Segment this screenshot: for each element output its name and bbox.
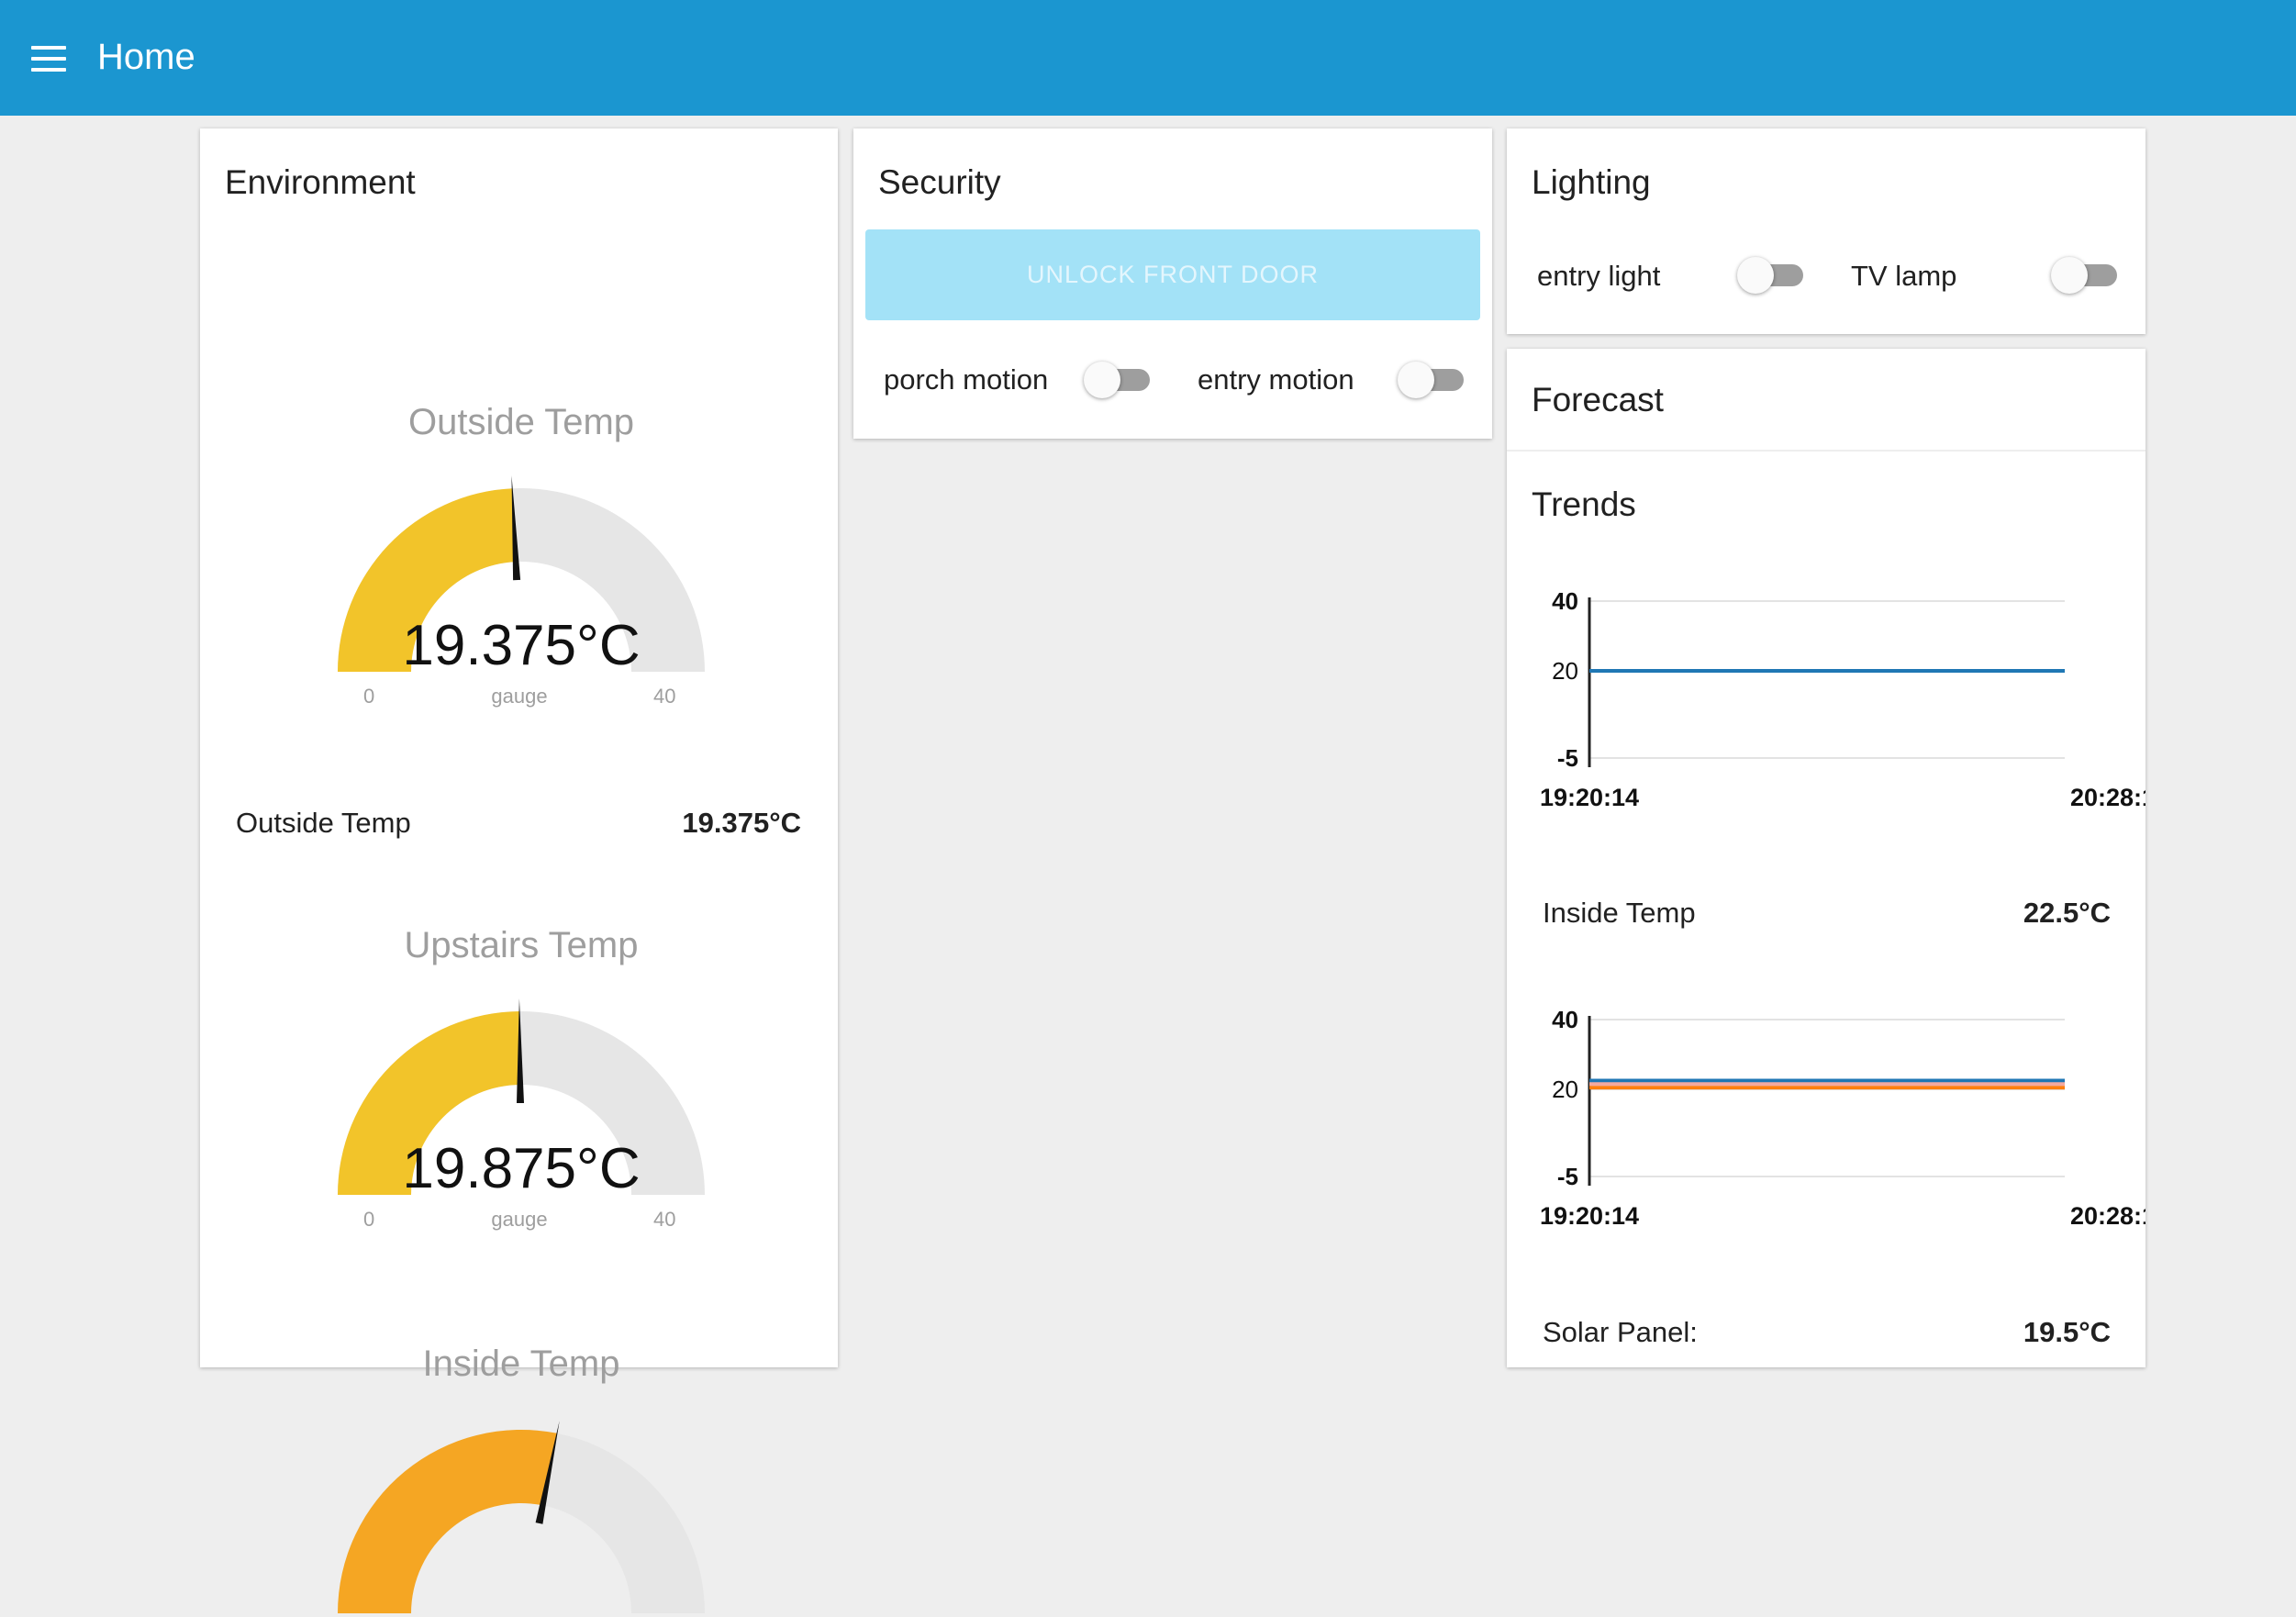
solar-panel-label: Solar Panel:	[1543, 1316, 1698, 1348]
environment-title: Environment	[225, 163, 416, 201]
gauge-max-label: 40	[653, 685, 676, 708]
outside-temp-label: Outside Temp	[236, 807, 411, 839]
inside-temp-gauge-title: Inside Temp	[422, 1344, 620, 1384]
outside-temp-gauge-title: Outside Temp	[407, 402, 635, 442]
y-tick-label: -5	[1557, 744, 1578, 772]
lighting-title: Lighting	[1532, 163, 1651, 201]
tv-lamp-label: TV lamp	[1851, 260, 1957, 292]
porch-motion-label: porch motion	[884, 363, 1049, 396]
gauge-min-label: 0	[363, 1208, 375, 1231]
entry-motion-switch[interactable]	[1398, 360, 1466, 400]
lighting-card: Lighting	[1507, 128, 2146, 334]
page-title: Home	[97, 37, 195, 77]
x-tick-label: 19:20:14	[1540, 784, 1639, 811]
trend-chart-1: 40 20 -5 19:20:14 20:28:12	[1540, 587, 2146, 811]
outside-temp-gauge-value: 19.375°C	[402, 614, 641, 677]
gauge-unit-label: gauge	[491, 685, 548, 708]
upstairs-temp-gauge-value: 19.875°C	[402, 1137, 641, 1200]
x-tick-label: 19:20:14	[1540, 1202, 1639, 1230]
entry-motion-label: entry motion	[1198, 363, 1354, 396]
inside-temp-value: 22.5°C	[2023, 897, 2111, 929]
trends-title: Trends	[1532, 485, 1636, 523]
environment-card: Environment Outside Temp 19.375°C 0 gaug…	[200, 128, 838, 1613]
y-tick-label: 20	[1552, 657, 1578, 685]
solar-panel-value: 19.5°C	[2023, 1316, 2111, 1348]
x-tick-label: 20:28:12	[2070, 784, 2146, 811]
hamburger-menu-icon[interactable]	[31, 46, 66, 72]
tv-lamp-switch[interactable]	[2051, 255, 2119, 296]
y-tick-label: -5	[1557, 1163, 1578, 1190]
x-tick-label: 20:28:12	[2070, 1202, 2146, 1230]
top-bar: Home	[0, 0, 2296, 116]
gauge-fill	[338, 1429, 557, 1613]
gauge-unit-label: gauge	[491, 1208, 548, 1231]
inside-temp-label: Inside Temp	[1543, 897, 1696, 929]
inside-temp-gauge	[338, 1421, 705, 1613]
security-title: Security	[878, 163, 1001, 201]
unlock-front-door-button[interactable]: UNLOCK FRONT DOOR	[865, 229, 1480, 320]
gauge-min-label: 0	[363, 685, 375, 708]
forecast-title: Forecast	[1532, 381, 1664, 418]
entry-light-switch[interactable]	[1737, 255, 1805, 296]
gauge-max-label: 40	[653, 1208, 676, 1231]
section-divider	[1507, 450, 2146, 452]
y-tick-label: 40	[1552, 587, 1578, 615]
y-tick-label: 20	[1552, 1076, 1578, 1103]
porch-motion-switch[interactable]	[1084, 360, 1152, 400]
y-tick-label: 40	[1552, 1006, 1578, 1033]
upstairs-temp-gauge-title: Upstairs Temp	[404, 925, 639, 965]
outside-temp-value: 19.375°C	[682, 807, 801, 839]
trend-chart-2: 40 20 -5 19:20:14 20:28:12	[1540, 1006, 2146, 1230]
entry-light-label: entry light	[1537, 260, 1661, 292]
